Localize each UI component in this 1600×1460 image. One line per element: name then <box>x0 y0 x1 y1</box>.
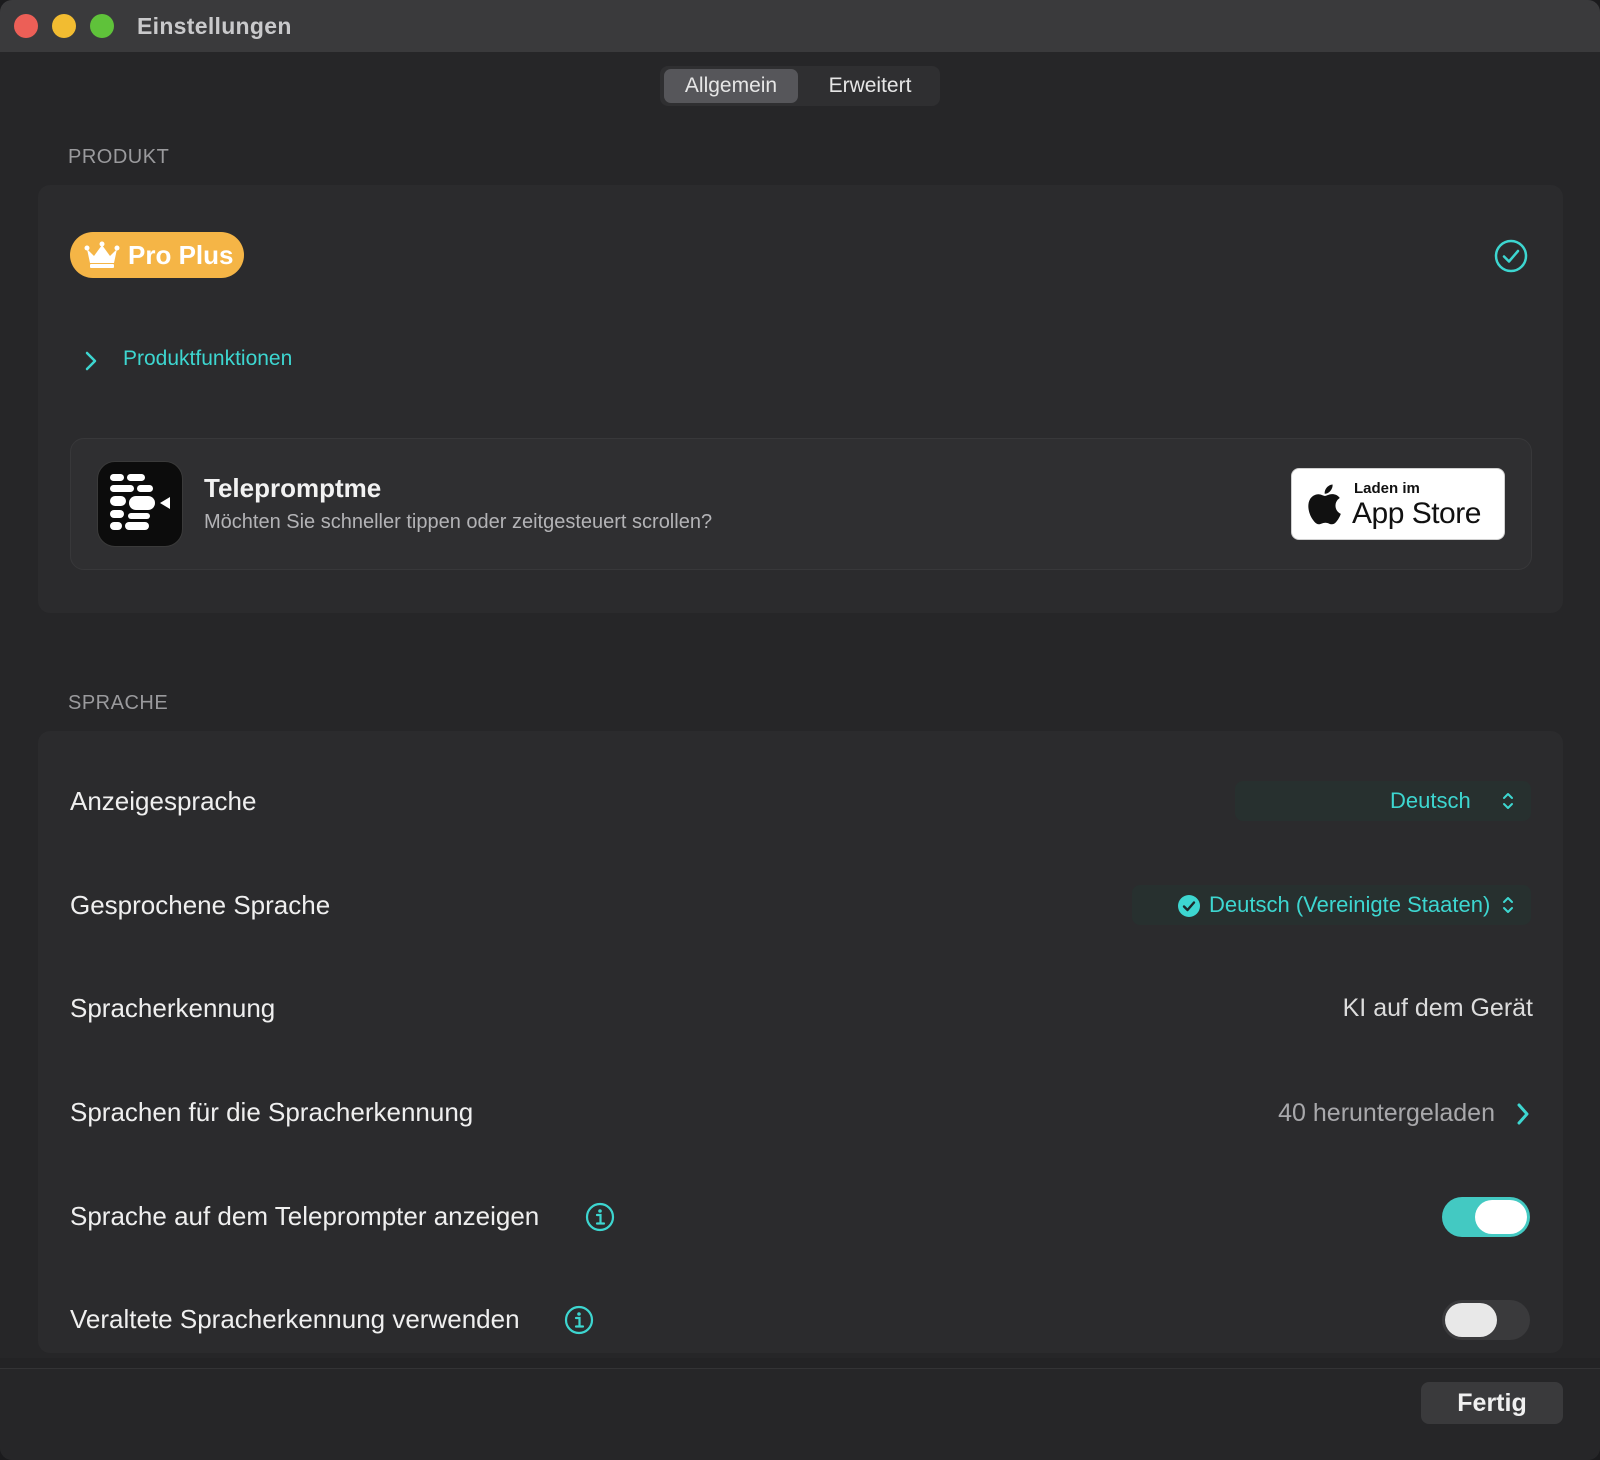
badge-label: Pro Plus <box>128 240 234 270</box>
chevron-right-icon[interactable] <box>82 349 100 373</box>
footer-bar <box>0 1368 1600 1460</box>
teleprompter-icon <box>110 474 170 530</box>
title-bar: Einstellungen <box>0 0 1600 53</box>
chevron-up-down-icon <box>1503 897 1513 913</box>
info-icon[interactable] <box>585 1202 615 1232</box>
promo-description: Möchten Sie schneller tippen oder zeitge… <box>204 511 713 533</box>
spoken-language-label: Gesprochene Sprache <box>70 890 331 920</box>
toggle-knob <box>1445 1303 1497 1337</box>
recognition-value: KI auf dem Gerät <box>1342 994 1533 1022</box>
promo-app-name: Telepromptme <box>204 473 382 503</box>
promo-card: Telepromptme Möchten Sie schneller tippe… <box>70 438 1532 570</box>
display-language-value: Deutsch <box>1390 788 1471 813</box>
app-store-button[interactable]: Laden im App Store <box>1291 468 1505 540</box>
tab-allgemein[interactable]: Allgemein <box>664 69 798 103</box>
display-language-label: Anzeigesprache <box>70 786 257 816</box>
chevron-up-down-icon <box>1503 793 1513 809</box>
legacy-recognition-toggle[interactable] <box>1442 1300 1530 1340</box>
app-store-big-label: App Store <box>1352 497 1481 530</box>
telepromptme-app-icon <box>97 461 183 547</box>
crown-icon <box>84 241 120 268</box>
zoom-window-button[interactable] <box>90 14 114 38</box>
check-circle-icon <box>1494 239 1528 273</box>
pro-plus-badge: Pro Plus <box>70 232 244 278</box>
done-button[interactable]: Fertig <box>1421 1382 1563 1424</box>
minimize-window-button[interactable] <box>52 14 76 38</box>
show-language-label: Sprache auf dem Teleprompter anzeigen <box>70 1201 540 1231</box>
settings-window: Einstellungen Allgemein Erweitert PRODUK… <box>0 0 1600 1460</box>
recognition-label: Spracherkennung <box>70 993 276 1023</box>
product-features-link[interactable]: Produktfunktionen <box>123 347 292 371</box>
language-group <box>38 731 1563 1353</box>
check-badge-icon <box>1178 895 1200 917</box>
recognition-languages-label: Sprachen für die Spracherkennung <box>70 1097 474 1127</box>
window-title: Einstellungen <box>137 13 292 39</box>
apple-logo-icon <box>1308 484 1341 525</box>
close-window-button[interactable] <box>14 14 38 38</box>
toggle-knob <box>1475 1200 1527 1234</box>
chevron-right-icon[interactable] <box>1514 1100 1532 1128</box>
show-language-toggle[interactable] <box>1442 1197 1530 1237</box>
recognition-languages-value[interactable]: 40 heruntergeladen <box>1278 1099 1495 1128</box>
section-header-language: SPRACHE <box>68 692 169 714</box>
spoken-language-select[interactable]: Deutsch (Vereinigte Staaten) <box>1132 885 1531 925</box>
tab-bar: Allgemein Erweitert <box>660 66 940 106</box>
spoken-language-value: Deutsch (Vereinigte Staaten) <box>1209 892 1491 917</box>
app-store-small-label: Laden im <box>1354 480 1420 497</box>
info-icon[interactable] <box>564 1305 594 1335</box>
section-header-product: PRODUKT <box>68 146 170 168</box>
legacy-recognition-label: Veraltete Spracherkennung verwenden <box>70 1304 520 1334</box>
display-language-select[interactable]: Deutsch <box>1235 781 1531 821</box>
tab-erweitert[interactable]: Erweitert <box>804 69 936 103</box>
